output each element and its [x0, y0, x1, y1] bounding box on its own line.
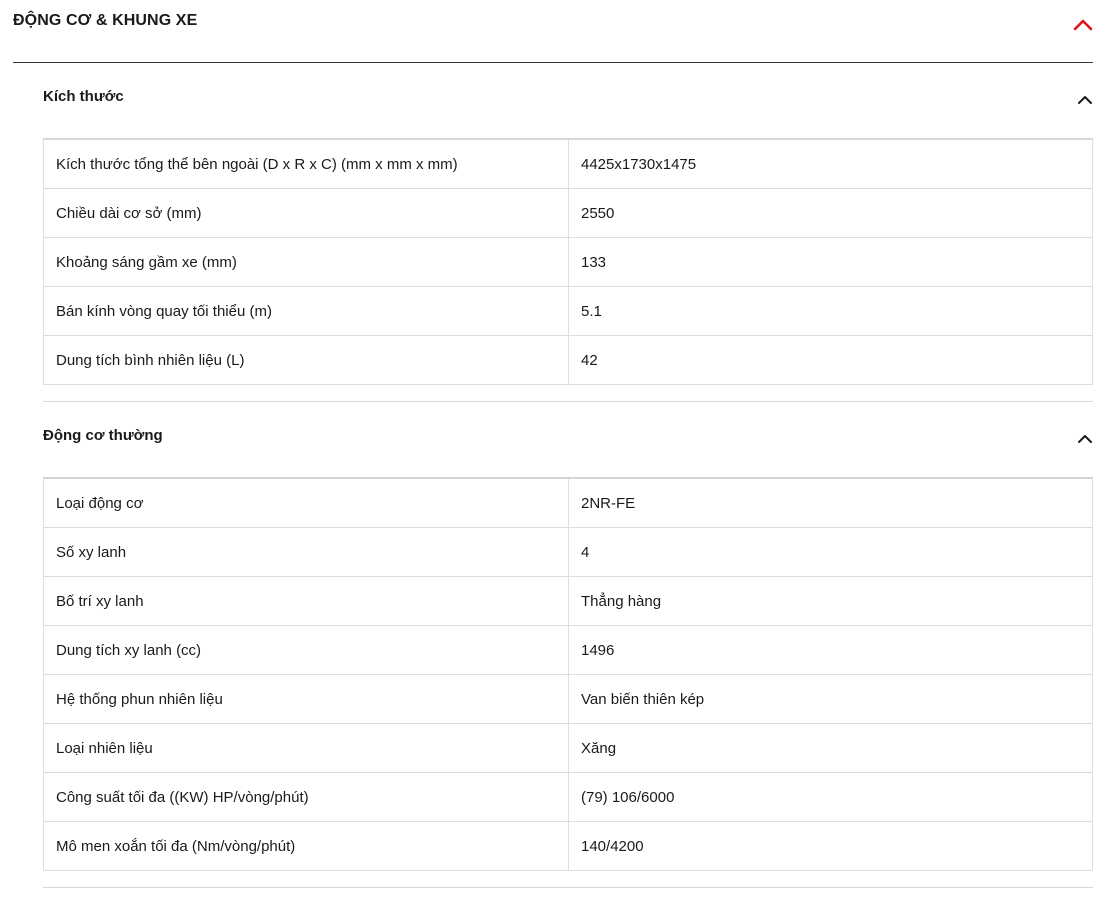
table-row: Hệ thống phun nhiên liệu Van biến thiên … — [43, 674, 1093, 724]
spec-label: Mô men xoắn tối đa (Nm/vòng/phút) — [43, 821, 569, 871]
spec-label: Kích thước tổng thể bên ngoài (D x R x C… — [43, 138, 569, 189]
spec-value: Xăng — [568, 723, 1093, 773]
spec-label: Loại động cơ — [43, 477, 569, 528]
spec-value: (79) 106/6000 — [568, 772, 1093, 822]
section-divider — [43, 887, 1093, 888]
chevron-up-icon[interactable] — [1077, 93, 1093, 105]
spec-label: Số xy lanh — [43, 527, 569, 577]
engine-chassis-title: ĐỘNG CƠ & KHUNG XE — [13, 12, 198, 29]
engine-section: Động cơ thường Loại động cơ 2NR-FE Số xy… — [43, 401, 1093, 888]
spec-label: Khoảng sáng gầm xe (mm) — [43, 237, 569, 287]
spec-value: 4425x1730x1475 — [568, 138, 1093, 189]
table-row: Bán kính vòng quay tối thiểu (m) 5.1 — [43, 286, 1093, 336]
spec-value: Thẳng hàng — [568, 576, 1093, 626]
table-row: Bố trí xy lanh Thẳng hàng — [43, 576, 1093, 626]
spec-label: Bán kính vòng quay tối thiểu (m) — [43, 286, 569, 336]
dimensions-header[interactable]: Kích thước — [43, 62, 1093, 138]
spec-label: Bố trí xy lanh — [43, 576, 569, 626]
table-row: Số xy lanh 4 — [43, 527, 1093, 577]
spec-label: Chiều dài cơ sở (mm) — [43, 188, 569, 238]
spec-value: 1496 — [568, 625, 1093, 675]
engine-header[interactable]: Động cơ thường — [43, 401, 1093, 477]
spec-label: Loại nhiên liệu — [43, 723, 569, 773]
table-row: Loại nhiên liệu Xăng — [43, 723, 1093, 773]
spec-value: 2550 — [568, 188, 1093, 238]
chevron-up-icon[interactable] — [1077, 432, 1093, 444]
spec-value: 140/4200 — [568, 821, 1093, 871]
table-row: Kích thước tổng thể bên ngoài (D x R x C… — [43, 138, 1093, 189]
table-row: Công suất tối đa ((KW) HP/vòng/phút) (79… — [43, 772, 1093, 822]
spec-value: 4 — [568, 527, 1093, 577]
engine-table: Loại động cơ 2NR-FE Số xy lanh 4 Bố trí … — [43, 477, 1093, 871]
spec-value: 5.1 — [568, 286, 1093, 336]
spec-label: Hệ thống phun nhiên liệu — [43, 674, 569, 724]
table-row: Loại động cơ 2NR-FE — [43, 477, 1093, 528]
spec-label: Dung tích xy lanh (cc) — [43, 625, 569, 675]
table-row: Chiều dài cơ sở (mm) 2550 — [43, 188, 1093, 238]
dimensions-section: Kích thước Kích thước tổng thể bên ngoài… — [43, 62, 1093, 402]
spec-value: 133 — [568, 237, 1093, 287]
engine-chassis-header[interactable]: ĐỘNG CƠ & KHUNG XE — [13, 0, 1093, 63]
table-row: Dung tích xy lanh (cc) 1496 — [43, 625, 1093, 675]
spec-value: 2NR-FE — [568, 477, 1093, 528]
table-row: Khoảng sáng gầm xe (mm) 133 — [43, 237, 1093, 287]
table-row: Mô men xoắn tối đa (Nm/vòng/phút) 140/42… — [43, 821, 1093, 871]
spec-label: Công suất tối đa ((KW) HP/vòng/phút) — [43, 772, 569, 822]
engine-title: Động cơ thường — [43, 427, 163, 444]
chevron-up-icon[interactable] — [1073, 16, 1093, 32]
table-row: Dung tích bình nhiên liệu (L) 42 — [43, 335, 1093, 385]
spec-value: 42 — [568, 335, 1093, 385]
dimensions-title: Kích thước — [43, 88, 124, 105]
spec-value: Van biến thiên kép — [568, 674, 1093, 724]
dimensions-table: Kích thước tổng thể bên ngoài (D x R x C… — [43, 138, 1093, 385]
spec-label: Dung tích bình nhiên liệu (L) — [43, 335, 569, 385]
